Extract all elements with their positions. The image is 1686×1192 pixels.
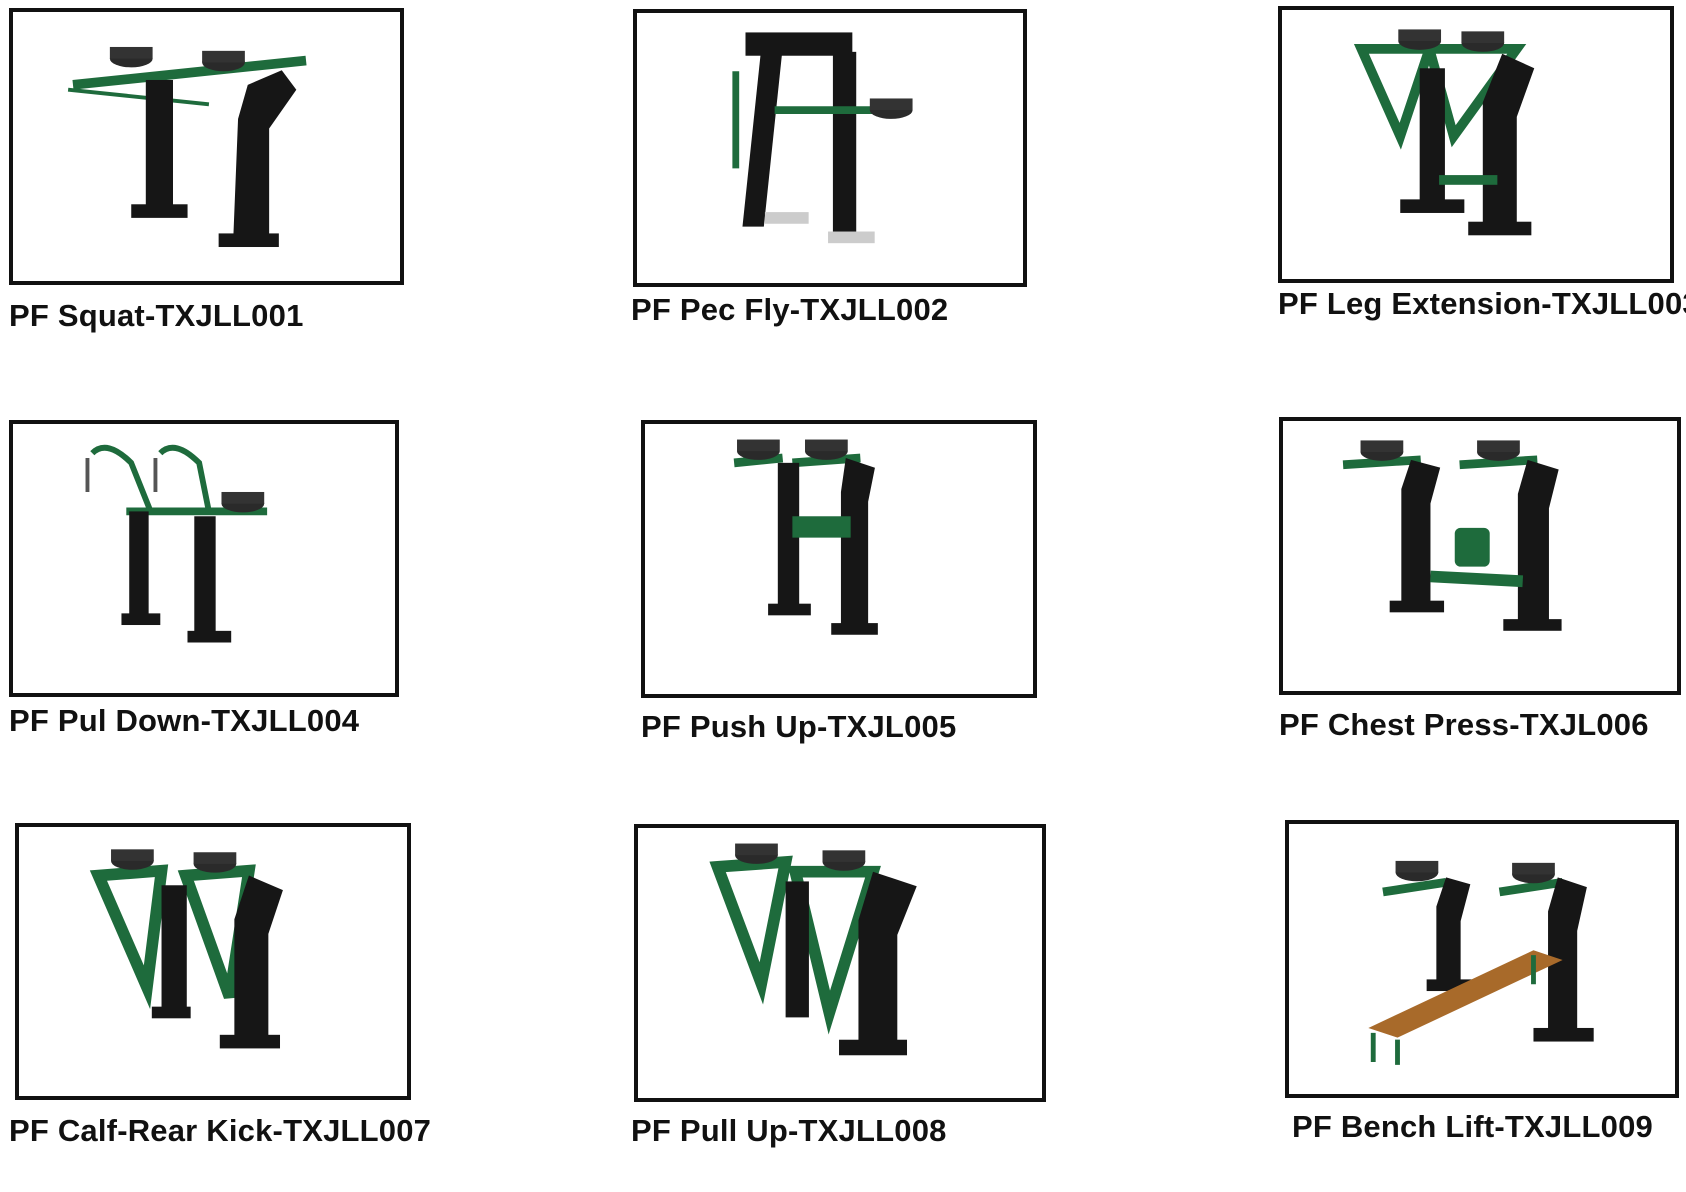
product-caption: PF Pul Down-TXJLL004: [9, 703, 360, 738]
calf-rear-kick-machine-image: [89, 849, 283, 1049]
leg-extension-machine-image: [1353, 29, 1535, 236]
product-image-frame: [15, 823, 411, 1100]
product-caption: PF Pull Up-TXJLL008: [631, 1113, 947, 1148]
product-caption: PF Calf-Rear Kick-TXJLL007: [9, 1113, 432, 1148]
pull-down-machine-image: [85, 444, 268, 643]
squat-machine-image: [67, 46, 307, 248]
product-image-frame: [9, 8, 404, 285]
product-caption: PF Chest Press-TXJL006: [1279, 707, 1649, 742]
pec-fly-machine-image: [732, 32, 913, 244]
product-image-frame: [1279, 417, 1681, 695]
pull-up-machine-image: [709, 843, 917, 1056]
product-caption: PF Pec Fly-TXJLL002: [631, 292, 949, 327]
product-caption: PF Push Up-TXJL005: [641, 709, 957, 744]
product-caption: PF Leg Extension-TXJLL003: [1278, 286, 1686, 321]
product-image-frame: [1285, 820, 1679, 1098]
product-caption: PF Squat-TXJLL001: [9, 298, 304, 333]
product-caption: PF Bench Lift-TXJLL009: [1292, 1109, 1653, 1144]
push-up-machine-image: [733, 439, 878, 635]
product-image-frame: [1278, 6, 1674, 283]
product-image-frame: [634, 824, 1046, 1102]
product-image-frame: [633, 9, 1027, 287]
bench-lift-machine-image: [1368, 860, 1594, 1065]
chest-press-machine-image: [1342, 440, 1562, 631]
product-image-frame: [641, 420, 1037, 698]
product-image-frame: [9, 420, 399, 697]
